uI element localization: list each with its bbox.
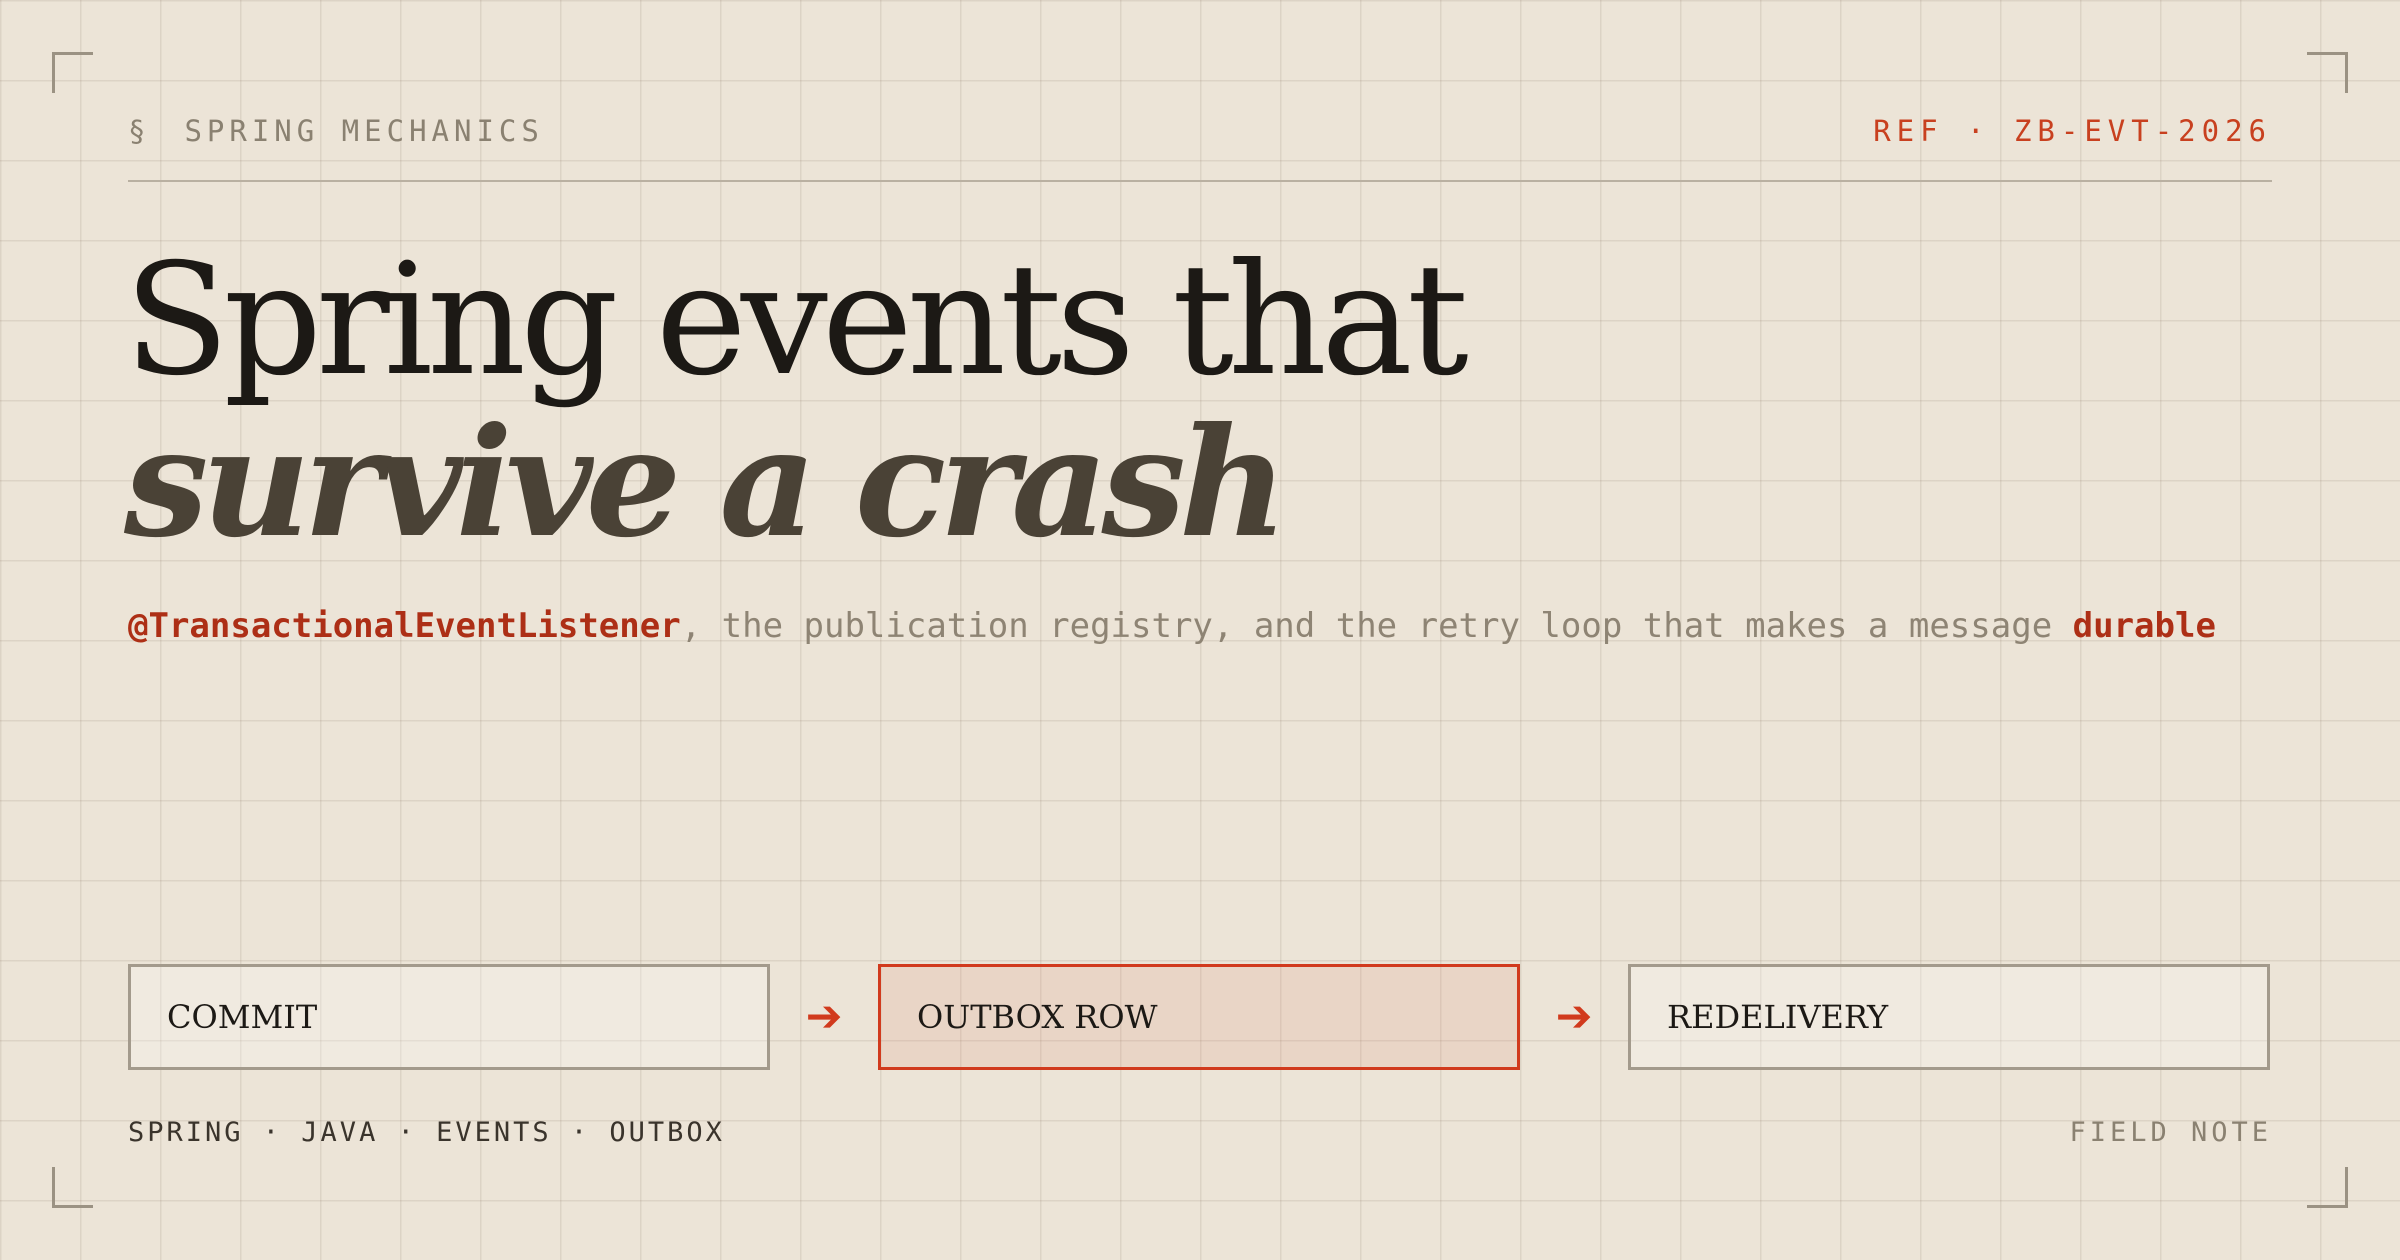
arrow-right-icon: ➔ — [1555, 991, 1593, 1042]
section-mark-icon: § — [128, 114, 151, 148]
flow-step-commit: COMMIT — [128, 964, 770, 1070]
title-line-2: survive a crash — [124, 395, 1288, 571]
top-bar: § SPRING MECHANICS REF · ZB-EVT-2026 — [128, 110, 2272, 152]
flow-step-label: COMMIT — [167, 998, 318, 1036]
corner-mark-bottom-right — [2307, 1167, 2348, 1208]
arrow-right-icon: ➔ — [805, 991, 843, 1042]
corner-mark-top-right — [2307, 52, 2348, 93]
title-line-1: Spring events that — [124, 231, 1469, 410]
flow-step-outbox-row: OUTBOX ROW — [878, 964, 1520, 1070]
section-title: SPRING MECHANICS — [184, 114, 544, 148]
reference-code: REF · ZB-EVT-2026 — [1873, 114, 2272, 148]
topic-tags: SPRING · JAVA · EVENTS · OUTBOX — [128, 1116, 725, 1148]
flow-step-label: OUTBOX ROW — [917, 998, 1158, 1036]
subtitle-text: , the publication registry, and the retr… — [680, 606, 2073, 646]
corner-mark-bottom-left — [52, 1167, 93, 1208]
flow-diagram: COMMIT ➔ OUTBOX ROW ➔ REDELIVERY — [128, 964, 2272, 1070]
corner-mark-top-left — [52, 52, 93, 93]
subtitle: @TransactionalEventListener, the publica… — [128, 604, 2268, 649]
flow-step-label: REDELIVERY — [1667, 998, 1889, 1036]
subtitle-emphasis: durable — [2072, 606, 2216, 646]
flow-step-redelivery: REDELIVERY — [1628, 964, 2270, 1070]
subtitle-annotation: @TransactionalEventListener — [128, 606, 681, 646]
page-title: Spring events that survive a crash — [124, 231, 1469, 571]
field-note-label: FIELD NOTE — [2069, 1116, 2272, 1148]
bottom-bar: SPRING · JAVA · EVENTS · OUTBOX FIELD NO… — [128, 1112, 2272, 1152]
top-divider — [128, 180, 2272, 182]
section-label: § SPRING MECHANICS — [128, 114, 544, 148]
